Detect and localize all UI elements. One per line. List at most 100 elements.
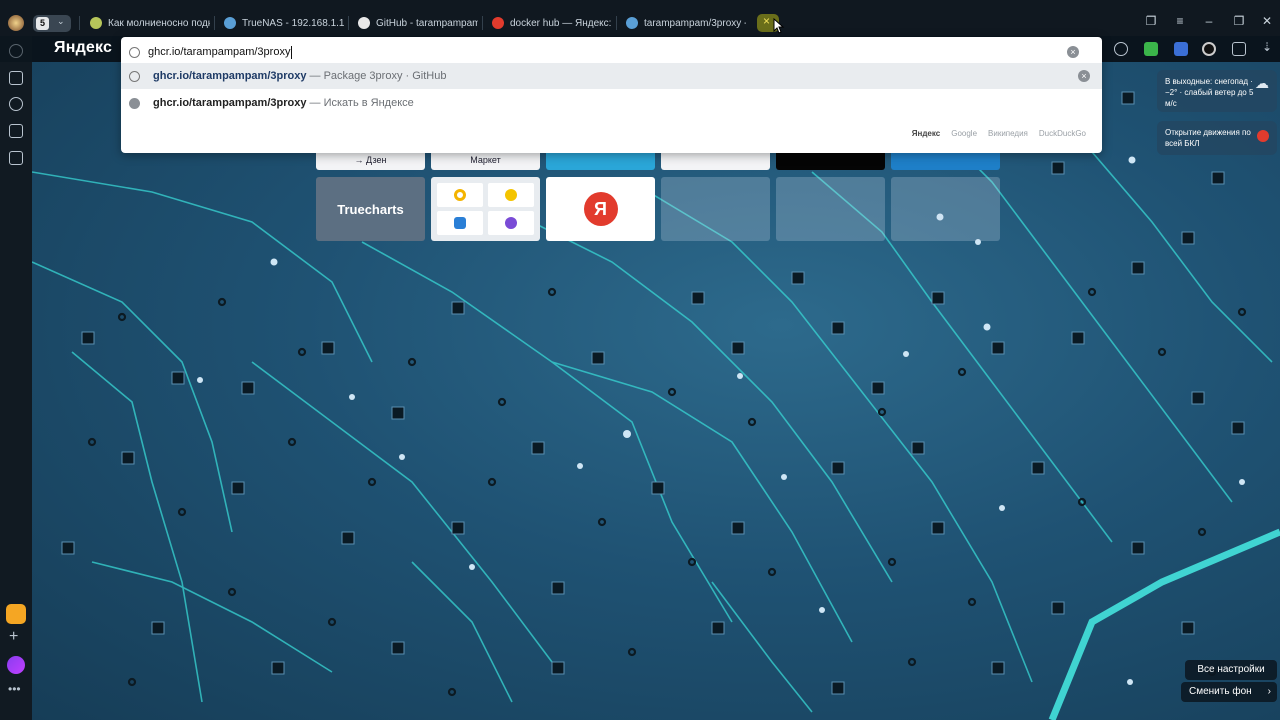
text-cursor: [291, 45, 293, 59]
tile-blue-2[interactable]: [891, 150, 1000, 170]
tab-label: docker hub — Яндекс: нач: [510, 17, 612, 29]
profile-avatar[interactable]: [8, 15, 24, 31]
tab-3[interactable]: GitHub - tarampampam/3p: [352, 10, 478, 36]
play-icon[interactable]: [9, 97, 23, 111]
add-panel-icon[interactable]: +: [9, 628, 18, 646]
news-widget[interactable]: Открытие движения по всей БКЛ: [1157, 121, 1277, 155]
snow-cloud-icon: ☁: [1255, 75, 1269, 91]
tab-separator: [482, 16, 483, 30]
tab-label: Как молниеносно поднят: [108, 17, 210, 29]
tile-yandex[interactable]: Я: [546, 177, 655, 241]
alice-assistant-icon[interactable]: [7, 656, 25, 674]
restore-icon[interactable]: ❐: [1231, 14, 1247, 28]
folder-item: [488, 183, 534, 207]
close-icon: ×: [763, 14, 771, 28]
menu-icon[interactable]: ≡: [1172, 14, 1188, 28]
app-icon: [454, 217, 466, 229]
engine-google[interactable]: Google: [951, 129, 977, 138]
tile-empty-3[interactable]: [891, 177, 1000, 241]
tile-dzen[interactable]: → Дзен: [316, 150, 425, 170]
engine-duckduckgo[interactable]: DuckDuckGo: [1039, 129, 1086, 138]
tile-blue[interactable]: [546, 150, 655, 170]
tile-label: → Дзен: [354, 155, 387, 165]
mail-icon[interactable]: [6, 604, 26, 624]
metro-icon: [1257, 130, 1269, 142]
tab-label: tarampampam/3proxy - Do: [644, 17, 746, 29]
tile-market[interactable]: Маркет: [431, 150, 540, 170]
yandex-search-icon: [129, 97, 140, 109]
suggestion-desc: — Искать в Яндексе: [309, 97, 414, 109]
app-icon: [505, 217, 517, 229]
folder-item: [437, 183, 483, 207]
engine-yandex[interactable]: Яндекс: [912, 129, 940, 138]
tab-separator: [79, 16, 80, 30]
browser-sidebar: + •••: [0, 36, 32, 720]
screenshot-icon[interactable]: [9, 151, 23, 165]
suggestion-url: ghcr.io/tarampampam/3proxy: [153, 70, 307, 82]
tile-empty-2[interactable]: [776, 177, 885, 241]
circuit-pattern: [32, 91, 1280, 720]
tile-empty-1[interactable]: [661, 177, 770, 241]
tab-1[interactable]: Как молниеносно поднят: [84, 10, 210, 36]
tab-count-badge: 5: [36, 17, 49, 30]
close-window-icon[interactable]: ✕: [1259, 14, 1275, 28]
yandex-logo-icon: Я: [583, 192, 618, 226]
tile-white[interactable]: [661, 150, 770, 170]
all-settings-button[interactable]: Все настройки: [1185, 660, 1277, 680]
favicon-icon: [90, 17, 102, 29]
tab-separator: [214, 16, 215, 30]
tab-label: TrueNAS - 192.168.1.133: [242, 17, 344, 29]
tile-black[interactable]: [776, 150, 885, 170]
clear-icon[interactable]: ×: [1067, 46, 1079, 58]
app-icon: [454, 189, 466, 201]
app-icon: [505, 189, 517, 201]
tab-4[interactable]: docker hub — Яндекс: нач: [486, 10, 612, 36]
protect-shield-icon[interactable]: [1144, 42, 1158, 56]
tab-5[interactable]: tarampampam/3proxy - Do: [620, 10, 746, 36]
wallpaper-circuit: [32, 62, 1280, 720]
weather-text: В выходные: снегопад · −2° · слабый вете…: [1165, 77, 1254, 108]
folder-item: [437, 211, 483, 235]
vpn-globe-icon[interactable]: [1114, 42, 1128, 56]
extension-icon[interactable]: [1174, 42, 1188, 56]
suggestion-2[interactable]: ghcr.io/tarampampam/3proxy — Искать в Ян…: [121, 90, 1102, 116]
weather-widget[interactable]: В выходные: снегопад · −2° · слабый вете…: [1157, 70, 1277, 112]
tile-truecharts[interactable]: Truecharts: [316, 177, 425, 241]
tab-group-button[interactable]: 5 ⌄: [33, 15, 71, 32]
yandex-logo[interactable]: Яндекс: [54, 39, 112, 57]
tab-separator: [348, 16, 349, 30]
remove-suggestion-icon[interactable]: ×: [1078, 70, 1090, 82]
suggestion-1[interactable]: ghcr.io/tarampampam/3proxy — Package 3pr…: [121, 63, 1102, 89]
address-bar[interactable]: ghcr.io/tarampampam/3proxy ×: [129, 40, 1091, 64]
record-icon[interactable]: [1202, 42, 1216, 56]
engine-wikipedia[interactable]: Википедия: [988, 129, 1028, 138]
download-icon[interactable]: ⇣: [1262, 40, 1272, 54]
address-input[interactable]: ghcr.io/tarampampam/3proxy: [148, 46, 290, 58]
change-background-label: Сменить фон: [1189, 686, 1252, 697]
minimize-icon[interactable]: –: [1201, 14, 1217, 28]
finance-icon[interactable]: [9, 124, 23, 138]
news-text: Открытие движения по всей БКЛ: [1165, 128, 1251, 148]
tile-label: Truecharts: [337, 201, 404, 217]
folder-item: [488, 211, 534, 235]
yandex-favicon-icon: [492, 17, 504, 29]
more-icon[interactable]: •••: [8, 682, 21, 696]
docker-favicon-icon: [626, 17, 638, 29]
collections-icon[interactable]: [9, 71, 23, 85]
tile-folder[interactable]: [431, 177, 540, 241]
tile-label: Маркет: [470, 155, 501, 165]
tabs-panel-icon[interactable]: ❐: [1143, 14, 1159, 28]
search-engines: Яндекс Google Википедия DuckDuckGo: [912, 129, 1086, 138]
tab-separator: [616, 16, 617, 30]
browser-window: + ••• 5 ⌄ Как молниеносно поднят TrueNAS…: [0, 0, 1280, 720]
tab-label: GitHub - tarampampam/3p: [376, 17, 478, 29]
chevron-down-icon: ⌄: [57, 16, 65, 26]
suggestion-url: ghcr.io/tarampampam/3proxy: [153, 97, 307, 109]
tab-strip: 5 ⌄ Как молниеносно поднят TrueNAS - 192…: [0, 0, 1280, 36]
bookmarks-icon[interactable]: [1232, 42, 1246, 56]
tab-2[interactable]: TrueNAS - 192.168.1.133: [218, 10, 344, 36]
truenas-favicon-icon: [224, 17, 236, 29]
globe-icon: [129, 46, 140, 58]
change-background-button[interactable]: Сменить фон ›: [1181, 682, 1277, 702]
suggestion-desc: — Package 3proxy · GitHub: [309, 70, 447, 82]
